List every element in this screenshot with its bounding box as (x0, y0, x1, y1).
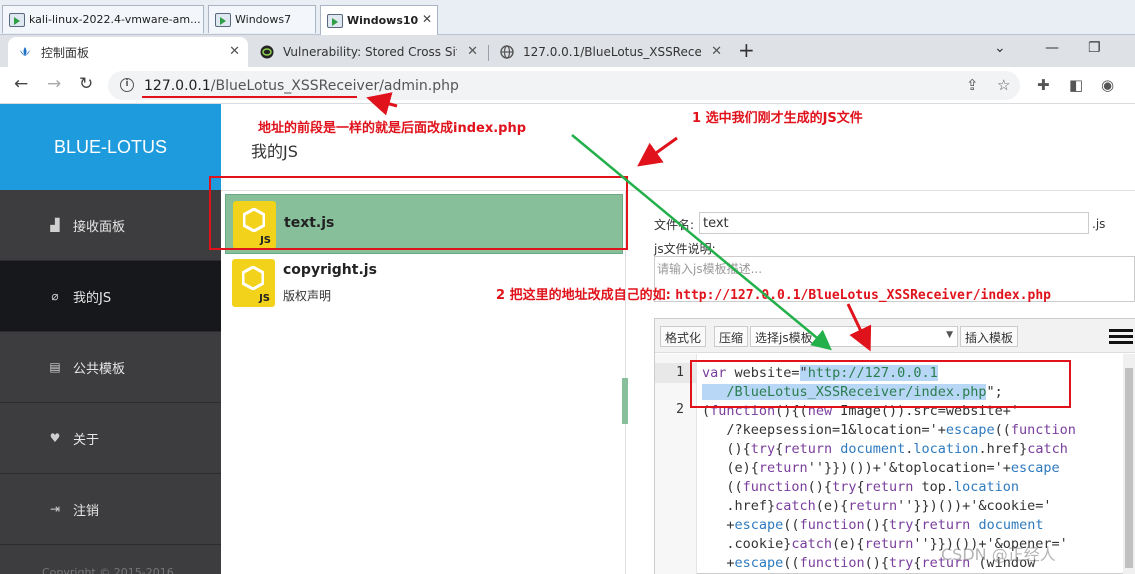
tab-label: 127.0.0.1/BlueLotus_XSSReceiv (523, 45, 701, 59)
document-icon: ▤ (49, 360, 61, 374)
annotation-box-selected-file (209, 176, 628, 250)
close-icon[interactable]: ✕ (467, 44, 478, 59)
list-scroll-indicator[interactable] (622, 378, 628, 424)
template-select[interactable]: 选择js模板 ▼ (750, 326, 958, 347)
sidebar-item-label: 接收面板 (73, 219, 126, 235)
sidebar-item-label: 关于 (73, 432, 100, 448)
annotation-text-step2: 2 把这里的地址改成自己的如: http://127.0.0.1/BlueLot… (496, 284, 1051, 303)
forward-arrow-icon[interactable]: → (47, 74, 61, 94)
sidebar-item-inbox[interactable]: ▟ 接收面板 (0, 190, 221, 261)
editor-toolbar: 格式化 压缩 选择js模板 ▼ 插入模板 (655, 319, 1135, 353)
extensions-puzzle-icon[interactable]: ✚ (1037, 76, 1050, 94)
vm-tab-label: Windows7 (235, 13, 292, 26)
close-icon[interactable]: ✕ (711, 44, 722, 59)
sidebar-item-label: 我的JS (73, 290, 112, 306)
template-select-value: 选择js模板 (755, 331, 813, 345)
restore-icon[interactable]: ❐ (1088, 40, 1101, 56)
lotus-icon (20, 47, 30, 56)
vm-icon (9, 12, 25, 27)
sidebar: BLUE-LOTUS ▟ 接收面板 ⌀ 我的JS ▤ 公共模板 ♥ 关于 ⇥ 注… (0, 104, 221, 574)
dropdown-arrow-icon: ▼ (946, 330, 953, 340)
new-tab-icon[interactable]: + (738, 38, 755, 62)
heart-icon: ♥ (49, 431, 61, 445)
profile-avatar-icon[interactable]: ◉ (1101, 76, 1114, 94)
tab-label: Vulnerability: Stored Cross Site (283, 45, 457, 59)
annotation-box-url (690, 360, 1071, 408)
list-item-copyright-js[interactable]: JS copyright.js 版权声明 (225, 253, 623, 313)
vm-tab-windows7[interactable]: Windows7 (208, 5, 316, 33)
filename-label: 文件名: (654, 218, 695, 232)
close-icon[interactable]: ✕ (229, 44, 240, 59)
sidebar-item-about[interactable]: ♥ 关于 (0, 403, 221, 474)
close-icon[interactable]: ✕ (422, 12, 432, 26)
globe-icon (500, 45, 514, 59)
vm-icon (215, 12, 231, 27)
vm-icon (327, 13, 343, 28)
url-path: /BlueLotus_XSSReceiver/admin.php (210, 78, 459, 94)
format-button[interactable]: 格式化 (660, 326, 707, 347)
sidebar-item-public-templates[interactable]: ▤ 公共模板 (0, 332, 221, 403)
annotation-text-step1: 1 选中我们刚才生成的JS文件 (692, 111, 863, 126)
chevron-down-icon[interactable]: ⌄ (994, 40, 1006, 56)
page-title: 我的JS (251, 142, 298, 161)
menu-icon[interactable] (1109, 329, 1133, 345)
vm-tab-kali[interactable]: kali-linux-2022.4-vmware-am... (2, 5, 204, 33)
screenshot-root: kali-linux-2022.4-vmware-am... Windows7 … (0, 0, 1135, 574)
paperclip-icon: ⌀ (51, 289, 59, 303)
sidebar-item-label: 注销 (73, 503, 100, 519)
inbox-icon: ▟ (50, 218, 60, 232)
browser-tab-xss-receiver[interactable]: 127.0.0.1/BlueLotus_XSSReceiv ✕ (490, 37, 730, 67)
url-input[interactable]: i 127.0.0.1/BlueLotus_XSSReceiver/admin.… (108, 71, 1020, 100)
tab-label: 控制面板 (41, 45, 90, 60)
url-host: 127.0.0.1 (144, 78, 211, 94)
vm-tab-label: Windows10 (347, 14, 419, 27)
file-description: 版权声明 (283, 289, 332, 303)
annotation-step2-prefix: 2 把这里的地址改成自己的如: (496, 288, 676, 303)
bookmark-star-icon[interactable]: ☆ (997, 76, 1010, 94)
back-arrow-icon[interactable]: ← (14, 74, 28, 94)
filename-input[interactable] (699, 212, 1089, 234)
js-file-icon: JS (232, 259, 275, 307)
annotation-step2-url: http://127.0.0.1/BlueLotus_XSSReceiver/i… (675, 288, 1051, 303)
editor-scrollbar[interactable] (1123, 354, 1135, 574)
sidebar-panel-icon[interactable]: ◧ (1069, 76, 1083, 94)
annotation-text-address: 地址的前段是一样的就是后面改成index.php (258, 121, 527, 136)
vmware-tab-strip: kali-linux-2022.4-vmware-am... Windows7 … (0, 0, 1135, 35)
insert-template-button[interactable]: 插入模板 (960, 326, 1019, 347)
sidebar-item-label: 公共模板 (73, 361, 126, 377)
line-number: 2 (676, 402, 684, 417)
code-editor[interactable]: 格式化 压缩 选择js模板 ▼ 插入模板 1 2 var website="ht… (654, 318, 1135, 574)
share-icon[interactable]: ⇪ (966, 76, 979, 94)
copyright-text: Copyright © 2015-2016 (42, 566, 174, 574)
info-icon[interactable]: i (120, 78, 134, 92)
vm-tab-label: kali-linux-2022.4-vmware-am... (29, 13, 201, 26)
address-bar-row: ← → ↻ i 127.0.0.1/BlueLotus_XSSReceiver/… (0, 67, 1135, 104)
dvwa-icon (260, 45, 274, 59)
sidebar-item-my-js[interactable]: ⌀ 我的JS (0, 261, 221, 332)
browser-tab-strip: 控制面板 ✕ Vulnerability: Stored Cross Site … (0, 35, 1135, 67)
filename-extension: .js (1092, 217, 1106, 231)
url-text: 127.0.0.1/BlueLotus_XSSReceiver/admin.ph… (144, 78, 459, 94)
minimize-icon[interactable]: — (1045, 40, 1059, 56)
logout-icon: ⇥ (49, 502, 61, 516)
file-name: copyright.js (283, 262, 377, 278)
brand-logo[interactable]: BLUE-LOTUS (0, 104, 221, 190)
description-label: js文件说明: (654, 242, 716, 256)
sidebar-item-logout[interactable]: ⇥ 注销 (0, 474, 221, 545)
vm-tab-windows10[interactable]: Windows10 ✕ (320, 5, 438, 35)
tab-separator (488, 45, 489, 61)
compress-button[interactable]: 压缩 (714, 326, 749, 347)
watermark: CSDN @正经人 (941, 545, 1056, 564)
reload-icon[interactable]: ↻ (79, 74, 93, 94)
browser-tab-control-panel[interactable]: 控制面板 ✕ (8, 37, 248, 67)
browser-tab-dvwa[interactable]: Vulnerability: Stored Cross Site ✕ (250, 37, 486, 67)
